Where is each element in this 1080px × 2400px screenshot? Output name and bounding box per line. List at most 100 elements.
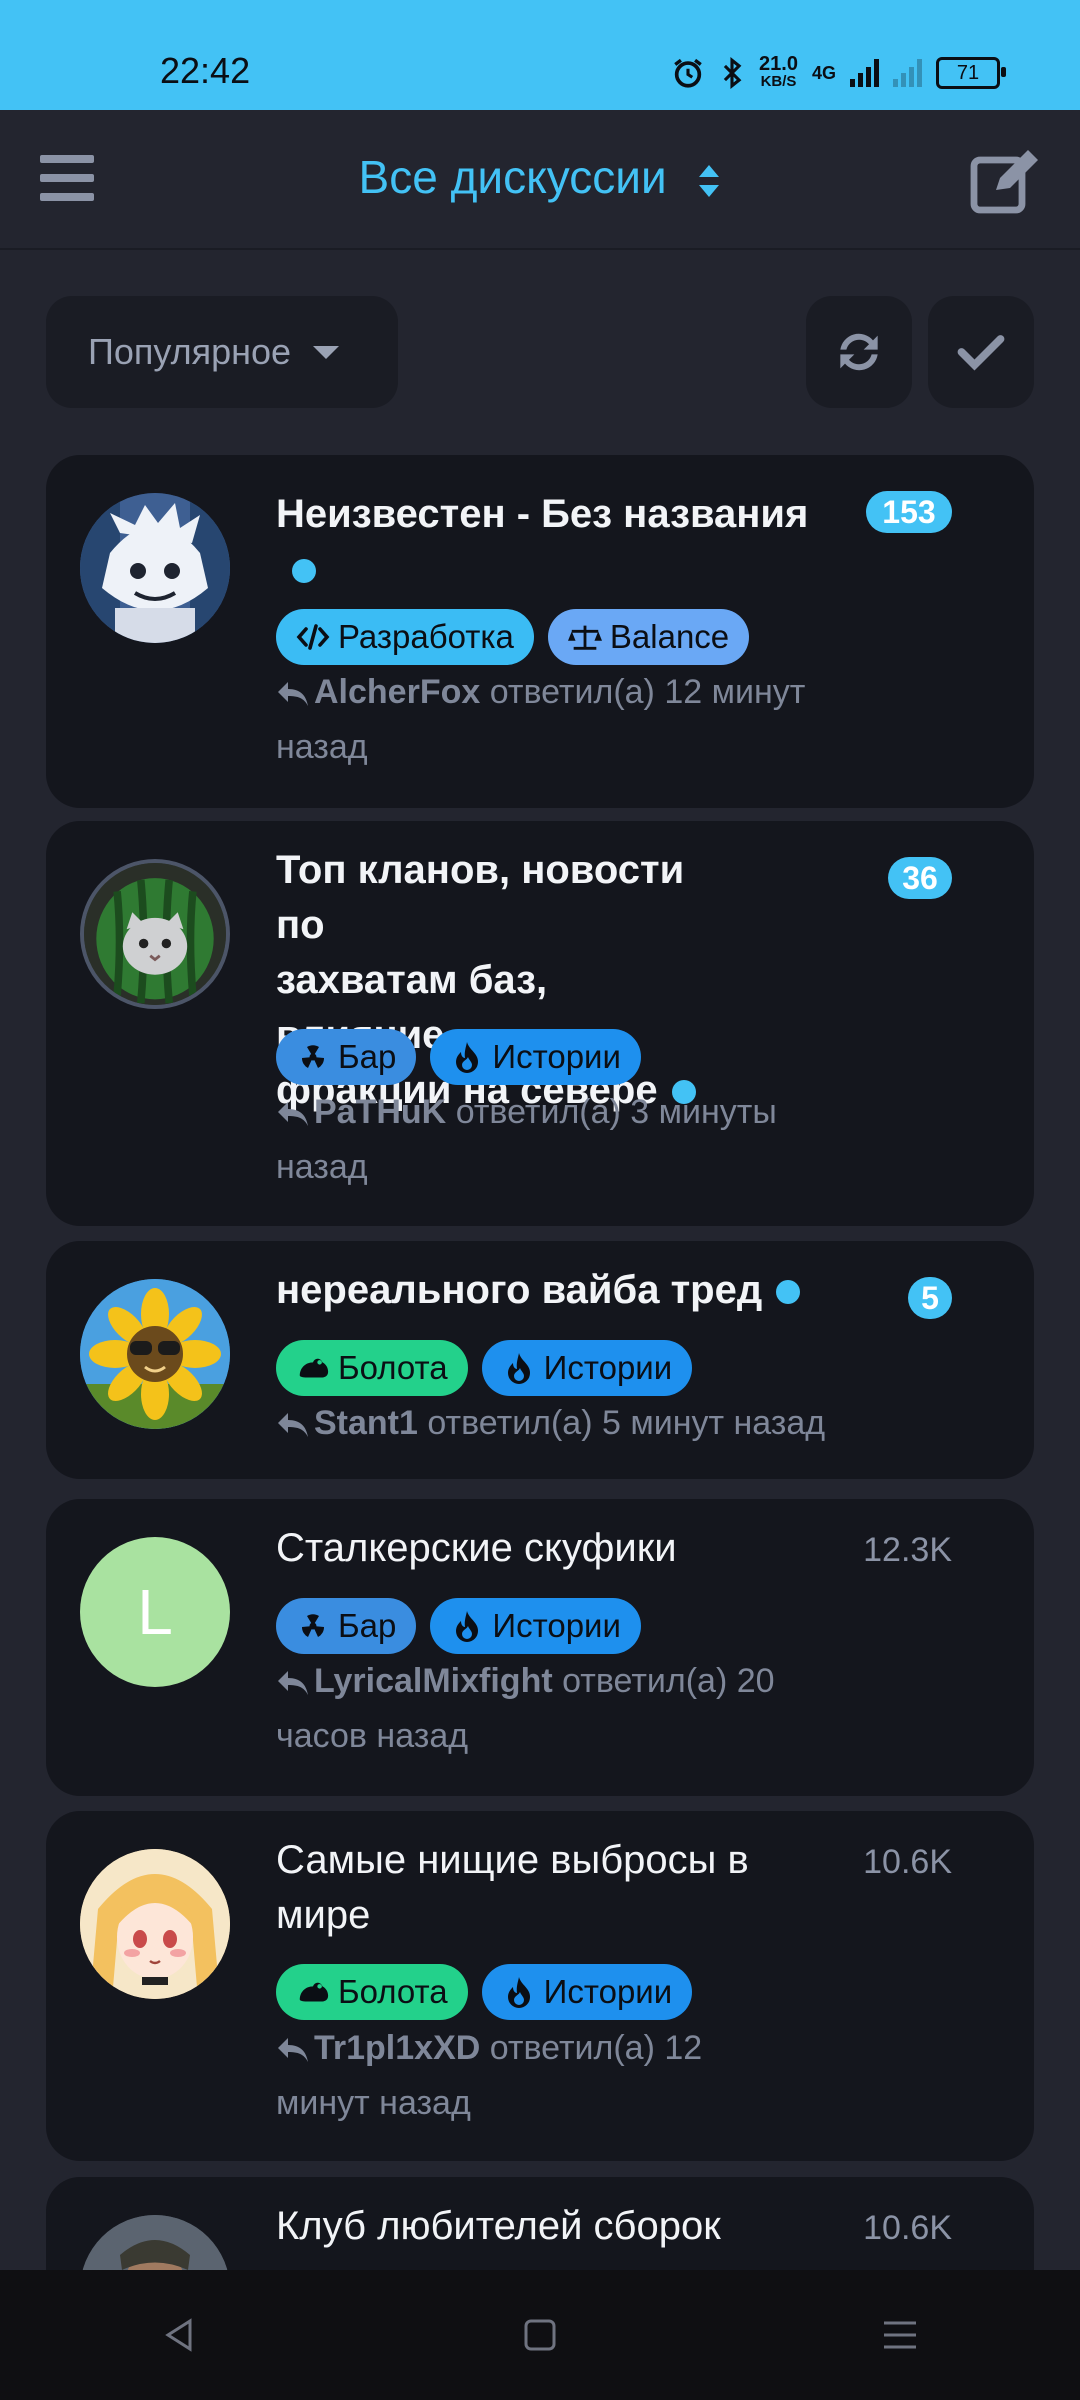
reply-action: ответил(а) — [562, 1662, 728, 1700]
reply-author[interactable]: Tr1pl1xXD — [314, 2029, 480, 2067]
discussion-title[interactable]: Клуб любителей сборок — [276, 2199, 836, 2254]
discussion-card[interactable]: Неизвестен - Без названия 153 Разработка… — [46, 455, 1034, 808]
app-bar: Все дискуссии — [0, 110, 1080, 250]
refresh-button[interactable] — [806, 296, 912, 408]
reply-time: 12 минут — [664, 673, 806, 711]
chevron-down-icon — [313, 345, 340, 359]
sunflower-avatar-image — [80, 1279, 230, 1429]
fire-icon — [450, 1040, 484, 1074]
battery-level: 71 — [956, 61, 980, 84]
bluetooth-icon — [723, 57, 742, 89]
reply-count: 12.3K — [863, 1531, 952, 1569]
tag-chip[interactable]: Истории — [430, 1598, 641, 1654]
discussion-card[interactable]: L Сталкерские скуфики 12.3K Бар Истории … — [46, 1499, 1034, 1796]
check-icon — [957, 335, 1005, 371]
tag-list: Разработка Balance — [276, 609, 750, 665]
unread-dot — [292, 559, 316, 584]
tag-chip[interactable]: Болота — [276, 1340, 468, 1396]
reply-time-cont: назад — [276, 728, 368, 766]
avatar: L — [80, 1537, 230, 1687]
avatar — [80, 1849, 230, 1999]
tag-label: Болота — [338, 1349, 448, 1386]
mark-all-read-button[interactable] — [928, 296, 1034, 408]
scale-icon — [567, 620, 602, 654]
last-reply-info: Stant1 ответил(а) 5 минут назад — [276, 1396, 836, 1451]
tag-chip[interactable]: Истории — [481, 1340, 693, 1396]
tag-list: Бар Истории — [276, 1598, 641, 1654]
last-reply-info: LyricalMixfight ответил(а) 20 часов наза… — [276, 1654, 836, 1764]
home-button[interactable] — [490, 2295, 590, 2375]
tag-chip[interactable]: Болота — [276, 1964, 468, 2020]
tag-label: Истории — [543, 1349, 673, 1386]
back-triangle-icon — [165, 2318, 192, 2352]
avatar — [80, 859, 230, 1009]
anime-girl-avatar-image — [80, 1849, 230, 1999]
reply-count-badge: 5 — [908, 1277, 952, 1319]
reply-action: ответил(а) — [427, 1404, 593, 1442]
recents-button[interactable] — [850, 2295, 950, 2375]
reply-author[interactable]: PaTHuK — [314, 1093, 446, 1131]
reply-count-badge: 153 — [866, 491, 952, 533]
discussion-title-line1: Самые нищие выбросы в — [276, 1838, 749, 1882]
discussion-title-line2: мире — [276, 1893, 371, 1937]
reply-count: 10.6K — [863, 1843, 952, 1881]
reply-icon — [278, 682, 308, 707]
discussion-title[interactable]: нереального вайба тред — [276, 1263, 836, 1318]
frog-icon — [296, 1351, 330, 1385]
discussion-card[interactable]: Самые нищие выбросы в мире 10.6K Болота … — [46, 1811, 1034, 2161]
reply-count-badge: 36 — [888, 857, 952, 899]
discussion-title-text: нереального вайба тред — [276, 1268, 763, 1312]
reply-time-cont: назад — [276, 1148, 368, 1186]
compose-icon[interactable] — [968, 146, 1040, 218]
tag-list: Бар Истории — [276, 1029, 641, 1085]
discussion-card[interactable]: Топ кланов, новости по захватам баз, вли… — [46, 821, 1034, 1226]
tag-label: Бар — [338, 1607, 397, 1644]
reply-time-cont: часов назад — [276, 1717, 469, 1755]
sort-dropdown[interactable]: Популярное — [46, 296, 398, 408]
discussion-title[interactable]: Самые нищие выбросы в мире — [276, 1833, 776, 1943]
battery-icon: 71 — [936, 57, 1006, 89]
status-time: 22:42 — [160, 50, 251, 91]
reply-author[interactable]: LyricalMixfight — [314, 1662, 553, 1700]
avatar-letter: L — [137, 1576, 173, 1648]
refresh-icon — [840, 333, 878, 371]
tag-label: Истории — [543, 1973, 673, 2010]
reply-action: ответил(а) — [489, 673, 655, 711]
tag-chip[interactable]: Истории — [481, 1964, 693, 2020]
tag-chip[interactable]: Balance — [547, 609, 750, 665]
sort-label: Популярное — [88, 331, 292, 372]
tag-label: Бар — [338, 1038, 397, 1075]
reply-author[interactable]: Stant1 — [314, 1404, 418, 1442]
anime-avatar-image — [80, 493, 230, 643]
code-icon — [296, 620, 330, 654]
discussion-filter-selector[interactable]: Все дискуссии — [0, 150, 1080, 204]
tag-chip[interactable]: Истории — [430, 1029, 641, 1085]
signal-icon — [850, 59, 879, 87]
tag-label: Истории — [492, 1038, 621, 1075]
back-button[interactable] — [130, 2295, 230, 2375]
tag-chip[interactable]: Бар — [276, 1029, 417, 1085]
fire-icon — [450, 1609, 484, 1643]
cat-avatar-image — [84, 863, 226, 1005]
reply-action: ответил(а) — [455, 1093, 621, 1131]
status-bar: 22:42 21.0 KB/S 4G 71 — [0, 0, 1080, 110]
signal-2-icon — [893, 59, 922, 87]
recents-menu-icon — [884, 2321, 916, 2349]
discussion-card[interactable]: нереального вайба тред 5 Болота Истории … — [46, 1241, 1034, 1479]
home-square-icon — [524, 2319, 556, 2351]
discussion-title[interactable]: Неизвестен - Без названия — [276, 487, 836, 597]
tag-list: Болота Истории — [276, 1964, 693, 2020]
reply-time: 3 минуты — [630, 1093, 777, 1131]
reply-time: 5 минут назад — [601, 1404, 826, 1442]
frog-icon — [296, 1975, 330, 2009]
radiation-icon — [296, 1040, 330, 1074]
system-nav-bar — [0, 2270, 1080, 2400]
tag-chip[interactable]: Разработка — [276, 609, 534, 665]
reply-icon — [278, 1413, 308, 1438]
discussion-title[interactable]: Сталкерские скуфики — [276, 1521, 836, 1576]
last-reply-info: Tr1pl1xXD ответил(а) 12 минут назад — [276, 2021, 836, 2131]
fire-icon — [502, 1975, 536, 2009]
reply-author[interactable]: AlcherFox — [314, 673, 480, 711]
tag-chip[interactable]: Бар — [276, 1598, 417, 1654]
fire-icon — [502, 1351, 536, 1385]
